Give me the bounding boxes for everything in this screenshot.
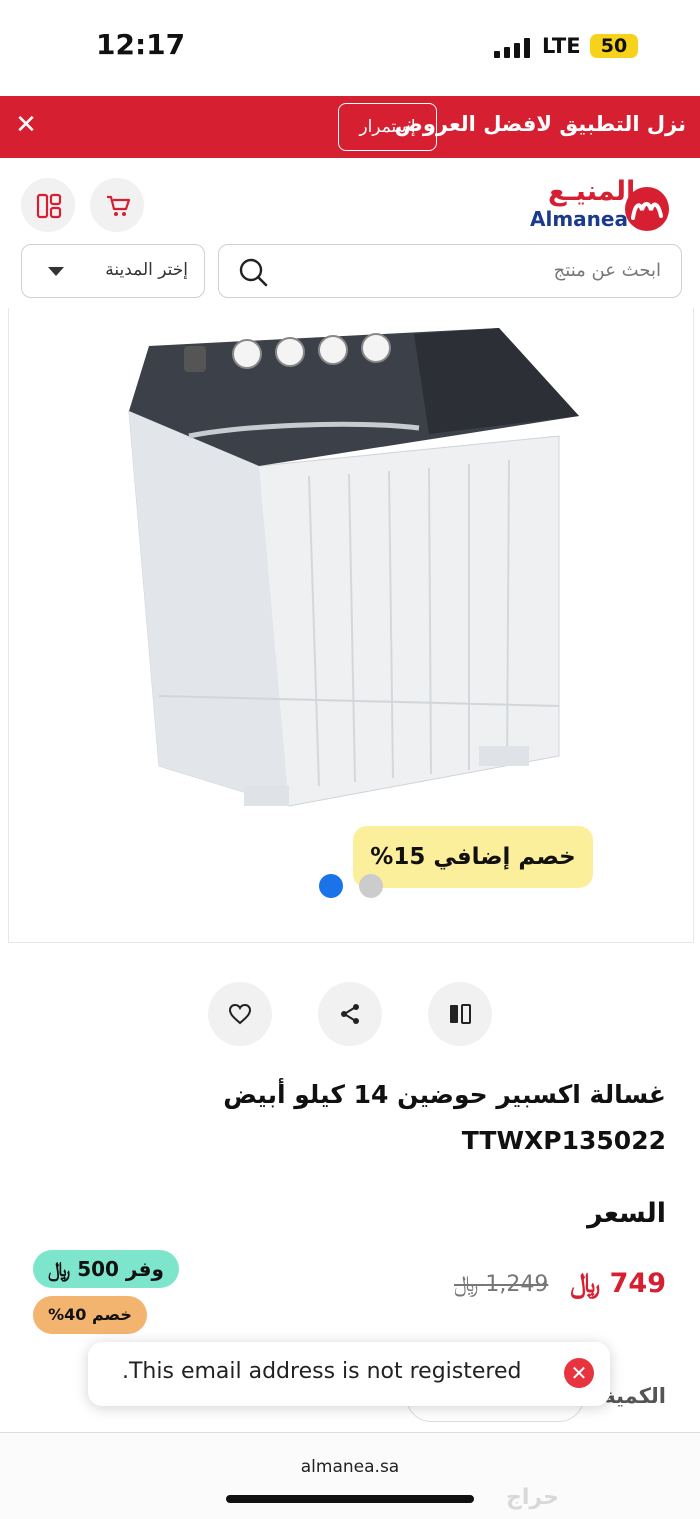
browser-bottom-bar: almanea.sa حراج [0, 1432, 700, 1519]
discount-badge: خصم 40% [33, 1296, 147, 1334]
wishlist-button[interactable] [208, 982, 272, 1046]
network-type: LTE [542, 34, 581, 58]
city-select[interactable]: إختر المدينة [21, 244, 205, 298]
categories-icon [36, 193, 62, 219]
banner-text: نزل التطبيق لافضل العروض [394, 112, 686, 136]
price-label: السعر [587, 1198, 666, 1229]
battery-indicator: 50 [590, 34, 638, 58]
product-title: غسالة اكسبير حوضين 14 كيلو أبيض [223, 1080, 666, 1109]
product-image [128, 328, 579, 807]
share-icon [341, 1004, 359, 1024]
categories-button[interactable] [21, 178, 75, 232]
app-download-banner: نزل التطبيق لافضل العروض إستمرار ✕ [0, 96, 700, 158]
error-toast: .This email address is not registered ✕ [88, 1342, 610, 1406]
search-input[interactable]: ابحث عن منتج [218, 244, 682, 298]
quantity-label: الكمية [603, 1384, 666, 1408]
gallery-dot-1-active[interactable] [319, 874, 343, 898]
browser-url[interactable]: almanea.sa [0, 1457, 700, 1477]
product-sku: TTWXP135022 [461, 1126, 666, 1155]
compare-button[interactable] [428, 982, 492, 1046]
savings-badge: وفر 500 ﷼ [33, 1250, 179, 1288]
logo-text-english[interactable]: Almanea [530, 207, 628, 231]
product-gallery[interactable]: %خصم إضافي 15 [8, 308, 694, 943]
gallery-dot-2[interactable] [359, 874, 383, 898]
share-button[interactable] [318, 982, 382, 1046]
home-indicator[interactable] [226, 1495, 474, 1503]
current-price: 749 ﷼ [570, 1268, 666, 1299]
close-icon[interactable]: ✕ [14, 110, 38, 140]
continue-button[interactable]: إستمرار [338, 103, 437, 151]
extra-discount-badge: %خصم إضافي 15 [353, 826, 593, 888]
heart-icon [228, 1003, 252, 1025]
status-time: 12:17 [96, 28, 186, 61]
watermark-logo: حراج [506, 1485, 559, 1510]
search-placeholder: ابحث عن منتج [553, 260, 661, 281]
cart-icon [107, 195, 131, 216]
chevron-down-icon [48, 267, 64, 276]
logo-text-arabic[interactable]: المنيـع [548, 176, 635, 207]
signal-icon [494, 38, 530, 58]
city-select-label: إختر المدينة [105, 260, 188, 280]
original-price: 1,249 ﷼ [454, 1272, 549, 1297]
compare-icon [450, 1004, 471, 1024]
toast-message: .This email address is not registered [122, 1359, 522, 1384]
cart-button[interactable] [90, 178, 144, 232]
error-icon: ✕ [564, 1358, 594, 1388]
search-icon[interactable] [237, 256, 269, 288]
